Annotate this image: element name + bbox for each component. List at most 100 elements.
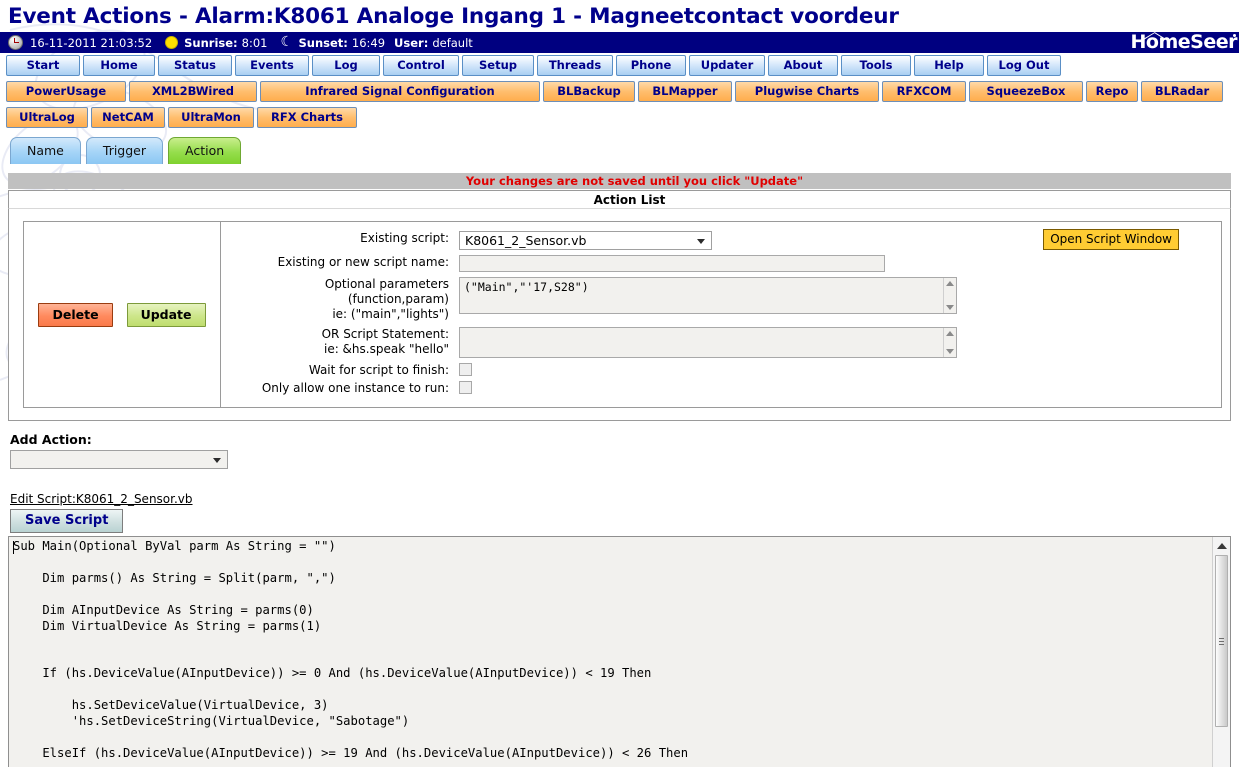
tab-trigger[interactable]: Trigger (85, 137, 163, 164)
nav-button-plugwise-charts[interactable]: Plugwise Charts (735, 81, 879, 102)
event-tabs: Name Trigger Action (0, 128, 1239, 164)
sunset-value: 16:49 (351, 35, 386, 50)
tab-name[interactable]: Name (10, 137, 81, 164)
homeseer-logo: HomeSeer (1130, 31, 1238, 53)
wait-for-script-checkbox[interactable] (459, 363, 472, 376)
primary-nav: Start Home Status Events Log Control Setup Thre… (0, 53, 1239, 76)
action-list-header: Action List (8, 190, 1231, 208)
new-script-name-row: Existing or new script name: (227, 255, 1215, 272)
one-instance-checkbox[interactable] (459, 381, 472, 394)
scrollbar-thumb[interactable] (1215, 555, 1228, 727)
script-code-text: Sub Main(Optional ByVal parm As String =… (13, 539, 689, 760)
new-script-name-input[interactable] (459, 255, 885, 272)
user-display: User: default (394, 36, 473, 50)
nav-button-powerusage[interactable]: PowerUsage (6, 81, 126, 102)
nav-button-setup[interactable]: Setup (462, 55, 534, 76)
action-buttons-cell: Delete Update (24, 222, 221, 407)
nav-button-ultramon[interactable]: UltraMon (168, 107, 254, 128)
chevron-down-icon-2 (213, 458, 221, 463)
optional-params-value: ("Main","'17,S28") (464, 280, 589, 294)
wait-for-script-label: Wait for script to finish: (308, 363, 449, 377)
add-action-label: Add Action: (10, 432, 92, 447)
action-list-panel: Delete Update Existing script: K8061_2_S… (8, 208, 1231, 421)
script-statement-label-main: OR Script Statement: (321, 327, 449, 341)
nav-button-status[interactable]: Status (158, 55, 232, 76)
plugin-nav-row-1: PowerUsage XML2BWired Infrared Signal Conf… (0, 76, 1239, 102)
user-label: User: (394, 35, 429, 50)
text-caret (13, 541, 14, 554)
scrollbar-grip-icon (1219, 638, 1224, 645)
existing-script-value: K8061_2_Sensor.vb (465, 233, 587, 248)
warning-text: Your changes are not saved until you cli… (465, 174, 804, 188)
optional-params-label-sub: ie: ("main","lights") (332, 307, 449, 321)
edit-script-label: Edit Script:K8061_2_Sensor.vb (10, 492, 193, 506)
action-item: Delete Update Existing script: K8061_2_S… (23, 221, 1222, 408)
nav-button-xml2bwired[interactable]: XML2BWired (129, 81, 257, 102)
nav-button-blbackup[interactable]: BLBackup (543, 81, 635, 102)
moon-icon: ☾ (280, 33, 294, 50)
sunset-display: Sunset: 16:49 (298, 36, 385, 50)
nav-button-events[interactable]: Events (235, 55, 309, 76)
nav-button-squeezebox[interactable]: SqueezeBox (969, 81, 1083, 102)
save-script-button[interactable]: Save Script (10, 509, 124, 533)
nav-button-rfx-charts[interactable]: RFX Charts (257, 107, 357, 128)
nav-button-phone[interactable]: Phone (616, 55, 686, 76)
nav-button-netcam[interactable]: NetCAM (91, 107, 165, 128)
nav-button-tools[interactable]: Tools (841, 55, 911, 76)
existing-script-select[interactable]: K8061_2_Sensor.vb (459, 231, 712, 250)
action-fields-cell: Existing script: K8061_2_Sensor.vb Open … (221, 222, 1221, 407)
sunset-label: Sunset: (298, 35, 348, 50)
clock-icon (8, 35, 23, 50)
open-script-window-button[interactable]: Open Script Window (1043, 229, 1179, 250)
update-button[interactable]: Update (126, 302, 206, 327)
trademark-dot-icon (1233, 34, 1236, 37)
nav-button-home[interactable]: Home (83, 55, 155, 76)
textarea-scrollbar-2[interactable] (943, 328, 956, 357)
textarea-scrollbar[interactable] (943, 278, 956, 313)
wait-for-script-row: Wait for script to finish: (227, 363, 1215, 378)
script-statement-label-sub: ie: &hs.speak "hello" (323, 342, 449, 356)
add-action-select[interactable] (10, 450, 228, 469)
optional-params-textarea[interactable]: ("Main","'17,S28") (459, 277, 957, 314)
nav-button-rfxcom[interactable]: RFXCOM (882, 81, 966, 102)
nav-button-help[interactable]: Help (914, 55, 984, 76)
tab-action[interactable]: Action (168, 137, 242, 164)
homeseer-logo-text: HomeSeer (1130, 31, 1238, 53)
existing-script-row: Existing script: K8061_2_Sensor.vb Open … (227, 229, 1215, 250)
nav-button-ultralog[interactable]: UltraLog (6, 107, 88, 128)
status-bar: 16-11-2011 21:03:52 Sunrise: 8:01 ☾ Suns… (0, 31, 1239, 53)
nav-button-about[interactable]: About (768, 55, 838, 76)
script-statement-textarea[interactable] (459, 327, 957, 358)
nav-button-log[interactable]: Log (312, 55, 380, 76)
one-instance-row: Only allow one instance to run: (227, 381, 1215, 396)
scroll-up-icon[interactable] (946, 281, 954, 286)
optional-params-row: Optional parameters (function,param) ie:… (227, 277, 1215, 322)
datetime-display: 16-11-2011 21:03:52 (30, 36, 152, 50)
nav-button-infrared-signal-configuration[interactable]: Infrared Signal Configuration (260, 81, 540, 102)
plugin-nav-row-2: UltraLog NetCAM UltraMon RFX Charts (0, 102, 1239, 128)
nav-button-repo[interactable]: Repo (1086, 81, 1138, 102)
script-code-editor[interactable]: Sub Main(Optional ByVal parm As String =… (8, 536, 1231, 767)
sunrise-value: 8:01 (241, 35, 268, 50)
scroll-up-icon-3[interactable] (1217, 543, 1227, 549)
nav-button-control[interactable]: Control (383, 55, 459, 76)
nav-button-blradar[interactable]: BLRadar (1141, 81, 1223, 102)
scroll-down-icon[interactable] (946, 305, 954, 310)
scroll-down-icon-2[interactable] (946, 349, 954, 354)
page-title: Event Actions - Alarm:K8061 Analoge Inga… (8, 4, 899, 29)
nav-button-log-out[interactable]: Log Out (987, 55, 1061, 76)
sun-icon (165, 36, 179, 49)
scroll-up-icon-2[interactable] (946, 331, 954, 336)
one-instance-label: Only allow one instance to run: (261, 381, 449, 395)
script-statement-label: OR Script Statement: ie: &hs.speak "hell… (227, 327, 459, 357)
script-statement-row: OR Script Statement: ie: &hs.speak "hell… (227, 327, 1215, 358)
user-value: default (432, 35, 473, 50)
delete-button[interactable]: Delete (38, 302, 113, 327)
code-editor-scrollbar[interactable] (1212, 537, 1230, 767)
optional-params-label: Optional parameters (function,param) ie:… (227, 277, 459, 322)
nav-button-threads[interactable]: Threads (537, 55, 613, 76)
nav-button-blmapper[interactable]: BLMapper (638, 81, 732, 102)
nav-button-updater[interactable]: Updater (689, 55, 765, 76)
nav-button-start[interactable]: Start (6, 55, 80, 76)
chevron-down-icon (697, 239, 705, 244)
